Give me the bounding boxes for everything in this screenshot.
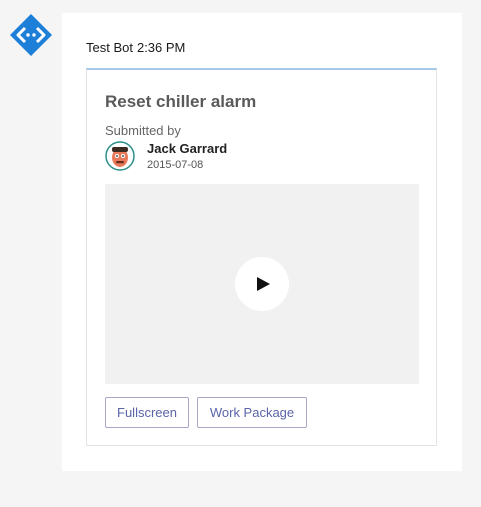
card-title: Reset chiller alarm [105, 92, 257, 111]
submission-date: 2015-07-08 [147, 159, 204, 171]
user-avatar [105, 141, 135, 171]
sender-name: Test Bot [86, 40, 133, 55]
play-icon [257, 277, 270, 291]
bot-avatar [8, 12, 54, 58]
adaptive-card: Reset chiller alarm Submitted by Jack Ga… [86, 68, 437, 446]
fullscreen-button[interactable]: Fullscreen [105, 397, 189, 428]
play-button[interactable] [235, 257, 289, 311]
message-time: 2:36 PM [136, 40, 186, 55]
work-package-button[interactable]: Work Package [197, 397, 307, 428]
bot-code-icon [10, 14, 52, 56]
video-player[interactable] [105, 184, 419, 384]
submitted-by-label: Submitted by [105, 123, 181, 138]
user-name: Jack Garrard [147, 141, 228, 156]
user-avatar-icon [105, 141, 135, 171]
message-header: Test Bot 2:36 PM [86, 40, 189, 55]
message-panel: Test Bot 2:36 PM Reset chiller alarm Subm… [62, 13, 462, 471]
